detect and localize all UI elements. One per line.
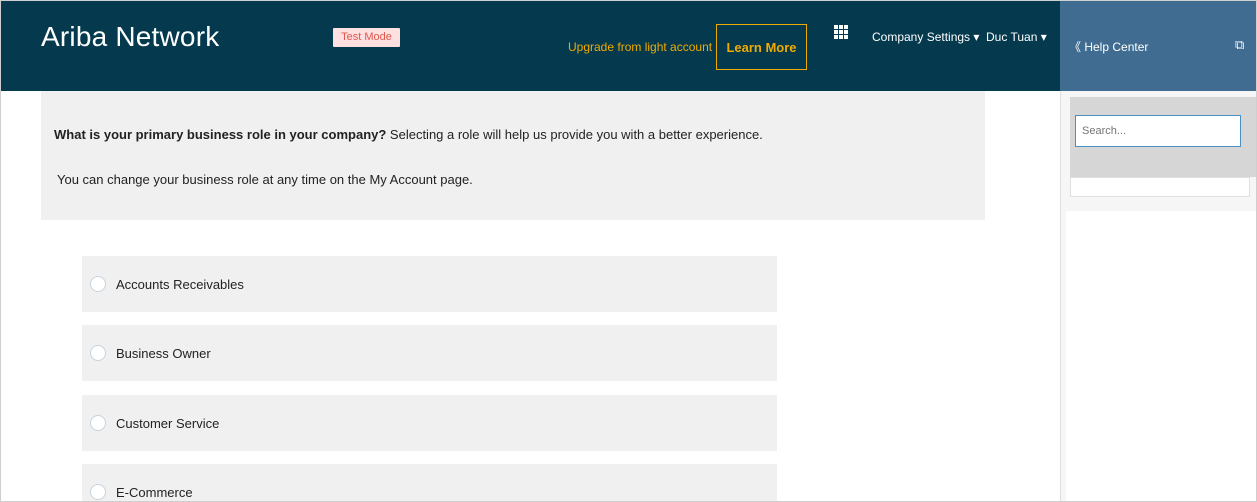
role-option-label: Business Owner — [116, 345, 211, 361]
role-option-accounts-receivables[interactable]: Accounts Receivables — [82, 256, 777, 312]
company-settings-menu[interactable]: Company Settings ▾ — [872, 30, 979, 44]
apps-grid-icon[interactable] — [834, 25, 848, 39]
role-option-e-commerce[interactable]: E-Commerce — [82, 464, 777, 501]
test-mode-badge: Test Mode — [333, 28, 400, 47]
role-option-business-owner[interactable]: Business Owner — [82, 325, 777, 381]
help-search-input[interactable] — [1075, 115, 1241, 147]
open-external-icon[interactable]: ⧉ — [1235, 37, 1244, 53]
role-option-label: Customer Service — [116, 415, 220, 431]
user-menu[interactable]: Duc Tuan ▾ — [986, 30, 1047, 44]
role-question-rest: Selecting a role will help us provide yo… — [386, 127, 763, 142]
learn-more-button[interactable]: Learn More — [716, 24, 807, 70]
role-question: What is your primary business role in yo… — [54, 127, 763, 142]
radio-button[interactable] — [90, 345, 106, 361]
role-change-note: You can change your business role at any… — [57, 172, 473, 187]
page-frame: Ariba Network Test Mode Upgrade from lig… — [0, 0, 1257, 502]
upgrade-account-link[interactable]: Upgrade from light account — [568, 40, 712, 54]
role-option-label: Accounts Receivables — [116, 276, 244, 292]
help-results-strip — [1070, 177, 1250, 197]
help-content-area — [1066, 211, 1256, 501]
role-option-customer-service[interactable]: Customer Service — [82, 395, 777, 451]
role-intro-box — [41, 91, 985, 220]
brand-logo[interactable]: Ariba Network — [41, 21, 219, 53]
radio-button[interactable] — [90, 276, 106, 292]
role-question-bold: What is your primary business role in yo… — [54, 127, 387, 142]
help-center-toggle[interactable]: 《 Help Center — [1069, 38, 1148, 55]
radio-button[interactable] — [90, 484, 106, 500]
role-option-label: E-Commerce — [116, 484, 193, 500]
radio-button[interactable] — [90, 415, 106, 431]
